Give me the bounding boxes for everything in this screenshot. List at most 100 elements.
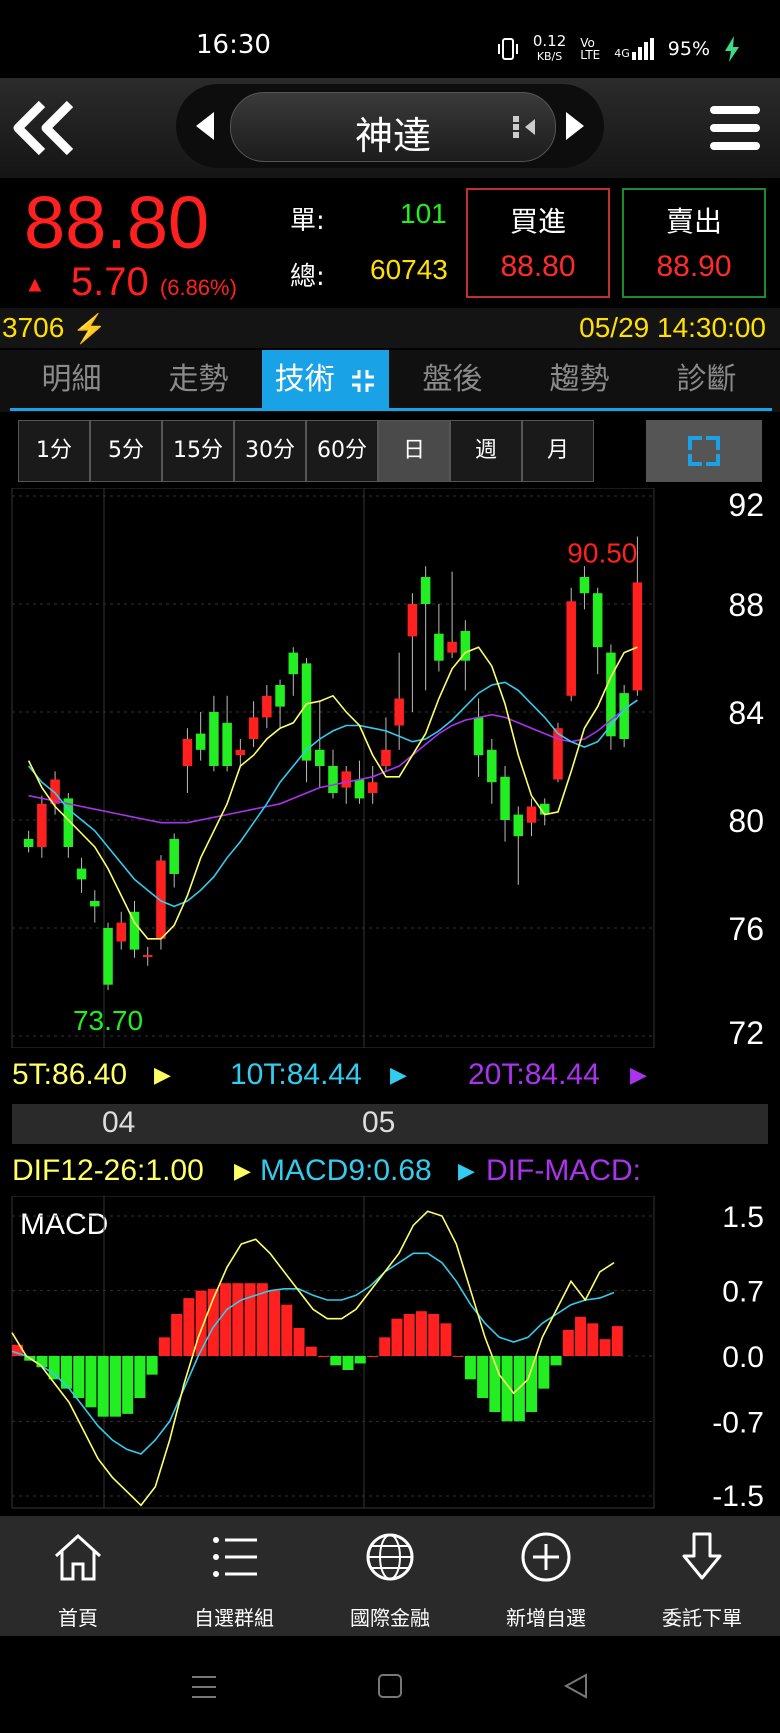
candle-body <box>328 766 338 793</box>
tab-underline <box>10 408 772 411</box>
ma10-arrow-icon[interactable]: ▶ <box>390 1062 407 1088</box>
period-15min[interactable]: 15分 <box>162 420 234 482</box>
candle-body <box>619 693 629 739</box>
osc-bar <box>146 1356 158 1375</box>
period-5min[interactable]: 5分 <box>90 420 162 482</box>
header-bar: 神達 <box>0 78 780 178</box>
charging-icon <box>725 36 739 62</box>
osc-bar <box>109 1356 121 1417</box>
hamburger-menu-icon[interactable] <box>710 104 760 152</box>
low-price-label: 73.70 <box>73 1005 143 1036</box>
period-selector: 1分 5分 15分 30分 60分 日 週 月 <box>18 420 594 484</box>
osc-bar <box>97 1356 109 1417</box>
nav-home[interactable]: 首頁 <box>0 1516 156 1636</box>
price-change: ▲ 5.70 (6.86%) <box>24 260 237 304</box>
stock-name: 神達 <box>354 114 431 158</box>
osc-bar <box>269 1290 281 1356</box>
candle-body <box>116 922 127 942</box>
quote-datetime: 05/29 14:30:00 <box>579 312 766 343</box>
nav-add-watch[interactable]: 新增自選 <box>468 1516 624 1636</box>
candle-body <box>420 577 431 604</box>
candle-body <box>37 803 47 847</box>
x-label-04: 04 <box>102 1106 136 1139</box>
osc-bar <box>281 1304 293 1356</box>
bottom-nav: 首頁 自選群組 國際金融 新增自選 委託下單 <box>0 1516 780 1636</box>
macd-chart[interactable]: MACD 1.5 0.7 0.0 -0.7 -1.5 <box>0 1196 780 1512</box>
next-stock-icon[interactable] <box>562 110 588 142</box>
tab-detail[interactable]: 明細 <box>8 350 135 410</box>
tab-after-hours[interactable]: 盤後 <box>389 350 516 410</box>
prev-stock-icon[interactable] <box>192 110 218 142</box>
osc-bar <box>85 1356 97 1408</box>
tab-bar: 明細 走勢 技術 盤後 趨勢 診斷 <box>0 350 780 412</box>
order-down-icon <box>682 1532 722 1580</box>
candle-body <box>195 733 206 750</box>
single-volume-label: 單: <box>290 206 325 236</box>
osc-bar <box>244 1283 256 1356</box>
home-square-icon[interactable] <box>376 1672 404 1700</box>
tab-trend[interactable]: 走勢 <box>135 350 262 410</box>
osc-bar <box>526 1356 538 1412</box>
sell-button[interactable]: 賣出 88.90 <box>622 188 766 298</box>
vibrate-icon <box>497 38 518 60</box>
period-week[interactable]: 週 <box>450 420 522 482</box>
buy-button[interactable]: 買進 88.80 <box>466 188 610 298</box>
y-tick-label: 80 <box>728 803 764 839</box>
ma20-arrow-icon[interactable]: ▶ <box>630 1062 647 1088</box>
ma5-arrow-icon[interactable]: ▶ <box>154 1062 171 1088</box>
stock-name-pill[interactable]: 神達 <box>230 92 556 162</box>
osc-bar <box>195 1290 207 1356</box>
tab-tendency[interactable]: 趨勢 <box>516 350 643 410</box>
osc-bar <box>575 1316 587 1356</box>
collapse-icon <box>352 369 375 392</box>
recent-apps-icon[interactable] <box>190 1674 218 1700</box>
y-tick-label: 92 <box>728 488 764 523</box>
drag-handle-icon[interactable] <box>511 113 539 141</box>
osc-bar <box>440 1323 452 1356</box>
candlestick-chart[interactable]: 92 88 84 80 76 72 90.50 73.70 <box>0 488 780 1048</box>
candle-body <box>526 806 537 823</box>
candle-body <box>566 601 576 696</box>
candle-body <box>354 779 365 799</box>
macd-title: MACD <box>20 1208 108 1241</box>
fullscreen-button[interactable] <box>646 420 762 482</box>
osc-bar <box>550 1356 562 1366</box>
candle-body <box>288 652 299 675</box>
period-60min[interactable]: 60分 <box>306 420 378 482</box>
ma10-label: 10T:84.44 <box>230 1058 362 1091</box>
nav-place-order[interactable]: 委託下單 <box>624 1516 780 1636</box>
fullscreen-icon <box>688 436 720 466</box>
candle-body <box>301 663 312 761</box>
tab-technical[interactable]: 技術 <box>262 350 389 410</box>
stock-code: 3706 <box>2 312 65 343</box>
dif-label: DIF12-26:1.00 <box>12 1154 204 1187</box>
dif-arrow-icon[interactable]: ▶ <box>234 1158 251 1184</box>
osc-bar <box>220 1283 232 1356</box>
nav-watch-groups[interactable]: 自選群組 <box>156 1516 312 1636</box>
candle-body <box>90 901 100 907</box>
macd9-arrow-icon[interactable]: ▶ <box>458 1158 475 1184</box>
osc-bar <box>379 1337 391 1356</box>
osc-bar <box>305 1346 317 1356</box>
tab-diagnosis[interactable]: 診斷 <box>643 350 770 410</box>
quote-panel: 88.80 ▲ 5.70 (6.86%) 單: 101 總: 60743 買進 … <box>0 178 780 306</box>
buy-price: 88.80 <box>500 250 576 283</box>
macd-legend: DIF12-26:1.00 ▶ MACD9:0.68 ▶ DIF-MACD: <box>12 1154 652 1194</box>
ma5-label: 5T:86.40 <box>12 1058 128 1091</box>
stock-selector: 神達 <box>176 84 604 168</box>
macd-frame <box>11 1196 655 1509</box>
candle-body <box>407 604 418 637</box>
back-triangle-icon[interactable] <box>562 1672 590 1700</box>
nav-global-finance[interactable]: 國際金融 <box>312 1516 468 1636</box>
status-bar: 16:30 0.12 KB/S Vo LTE 4G 95% <box>0 0 780 78</box>
back-double-chevron-icon[interactable] <box>10 100 80 156</box>
macd9-label: MACD9:0.68 <box>260 1154 432 1187</box>
period-month[interactable]: 月 <box>522 420 594 482</box>
osc-bar <box>183 1298 195 1356</box>
info-row: 3706 ⚡ 05/29 14:30:00 <box>0 308 780 348</box>
period-30min[interactable]: 30分 <box>234 420 306 482</box>
period-1min[interactable]: 1分 <box>18 420 90 482</box>
osc-bar <box>538 1356 550 1389</box>
period-day[interactable]: 日 <box>378 420 450 482</box>
candle-body <box>182 739 193 766</box>
